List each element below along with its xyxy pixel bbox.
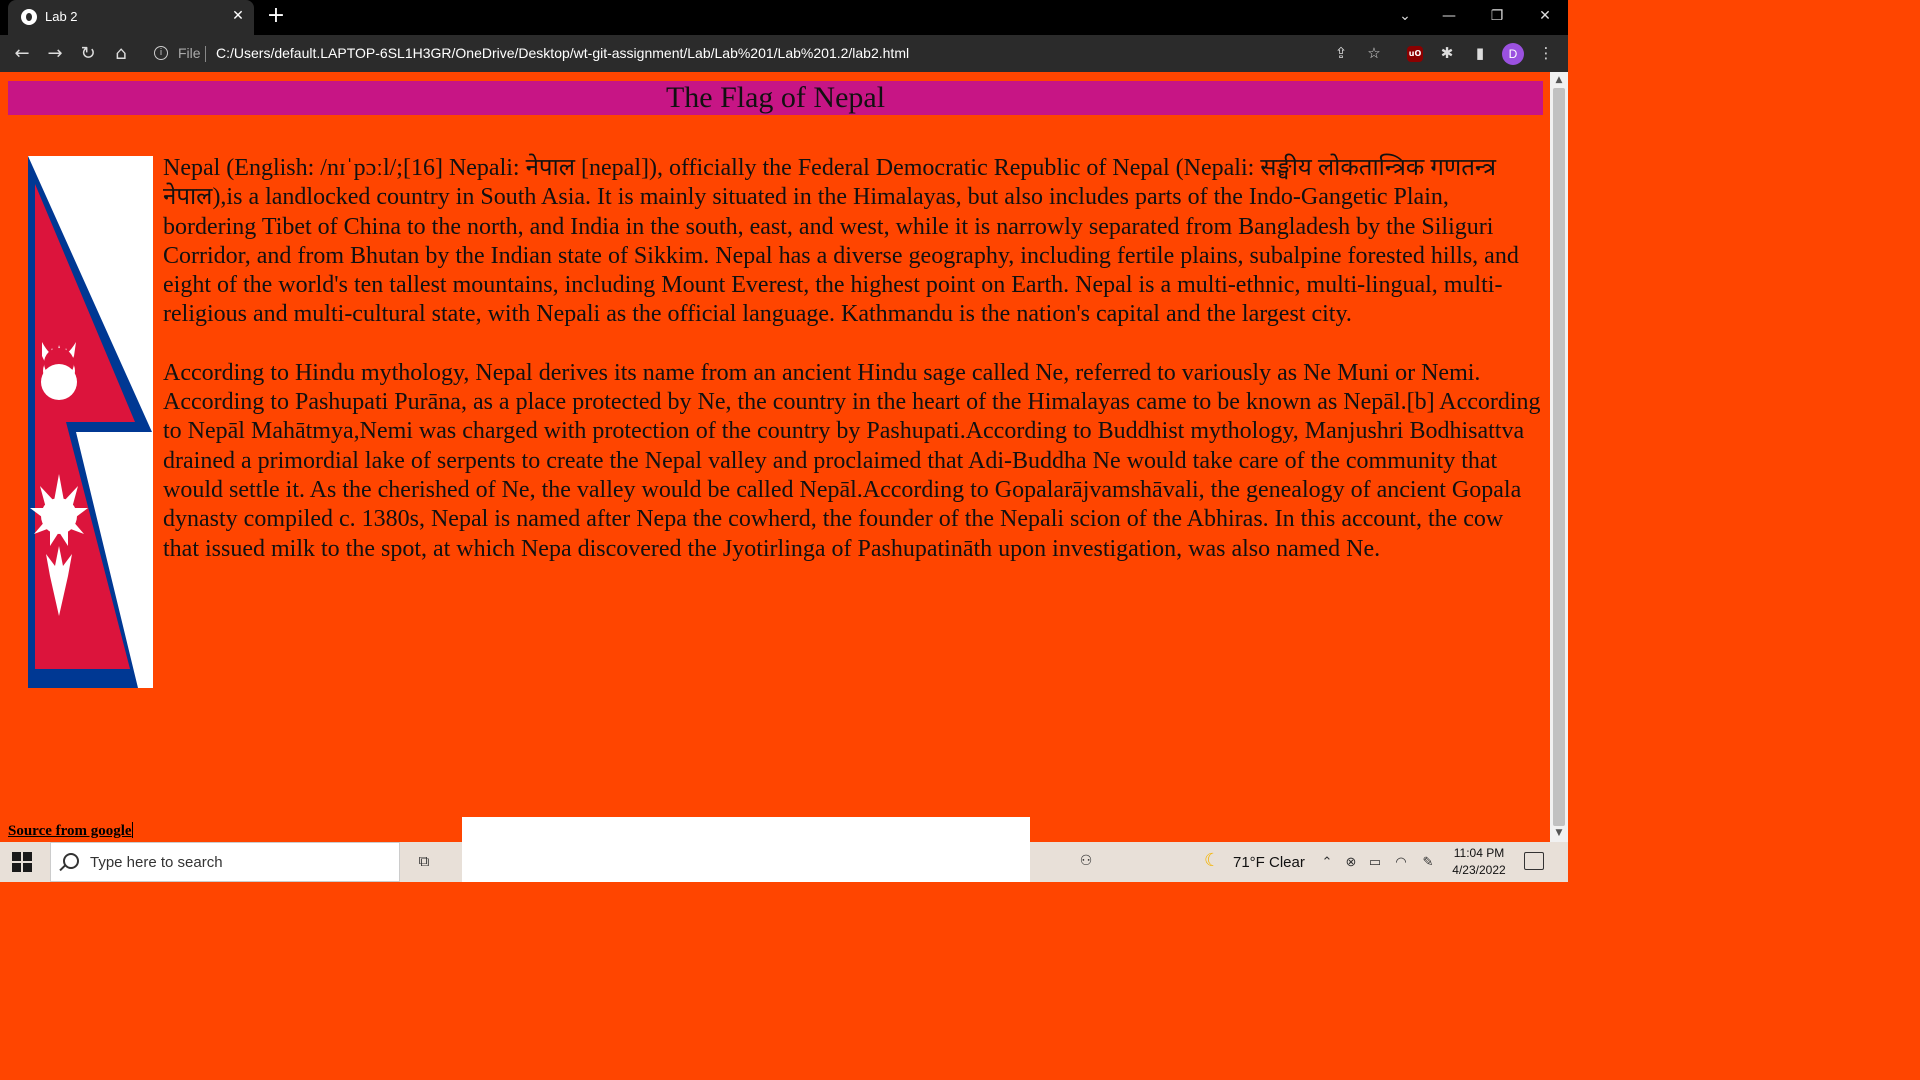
weather-text[interactable]: 71°F Clear [1233, 854, 1305, 871]
extensions-puzzle-icon[interactable]: ✱ [1436, 42, 1458, 64]
page-title: The Flag of Nepal [665, 81, 886, 114]
weather-moon-icon[interactable]: ☾ [1204, 850, 1220, 871]
battery-icon[interactable]: ▭ [1366, 853, 1384, 871]
search-icon [63, 853, 79, 869]
people-icon[interactable]: ⚇ [1076, 852, 1096, 872]
article-content: Nepal (English: /nɪˈpɔːl/;[16] Nepali: न… [163, 154, 1545, 593]
antivirus-icon[interactable]: ⊗ [1342, 853, 1360, 871]
intro-paragraph: Nepal (English: /nɪˈpɔːl/;[16] Nepali: न… [163, 155, 1519, 328]
close-tab-icon[interactable]: ✕ [228, 6, 248, 26]
wifi-icon[interactable]: ◠ [1392, 853, 1410, 871]
clock-date: 4/23/2022 [1452, 863, 1506, 877]
clock-time: 11:04 PM [1453, 846, 1505, 860]
search-placeholder: Type here to search [90, 854, 223, 871]
tab-search-chevron-icon[interactable]: ⌄ [1390, 5, 1420, 27]
browser-tab[interactable]: Lab 2 ✕ [8, 0, 254, 35]
new-tab-button[interactable]: + [264, 5, 288, 29]
close-window-button[interactable]: ✕ [1530, 5, 1560, 27]
address-separator [205, 46, 206, 62]
text-cursor [131, 822, 133, 838]
title-banner: The Flag of Nepal [8, 81, 1543, 115]
pen-icon[interactable]: ✎ [1419, 853, 1437, 871]
taskbar-clock[interactable]: 11:04 PM 4/23/2022 [1444, 845, 1514, 879]
notifications-icon[interactable] [1524, 852, 1544, 870]
ublock-extension-icon[interactable]: uO [1407, 46, 1423, 62]
file-scheme-label: File [178, 45, 201, 61]
forward-button[interactable]: → [43, 42, 67, 66]
share-icon[interactable]: ⇪ [1330, 42, 1352, 64]
browser-tab-strip: Lab 2 ✕ + ⌄ — ❐ ✕ [0, 0, 1568, 35]
taskbar-search-box[interactable]: Type here to search [50, 842, 400, 882]
address-bar[interactable]: i File C:/Users/default.LAPTOP-6SL1H3GR/… [144, 39, 1394, 68]
windows-start-icon[interactable] [12, 852, 32, 872]
info-icon[interactable]: i [154, 46, 168, 60]
menu-kebab-icon[interactable]: ⋮ [1535, 42, 1557, 64]
page-viewport: The Flag of Nepal Nepal (English: /nɪˈpɔ… [0, 72, 1550, 842]
browser-toolbar: ← → ↻ ⌂ i File C:/Users/default.LAPTOP-6… [0, 35, 1568, 72]
tab-title: Lab 2 [45, 9, 78, 24]
pinned-app-window-preview[interactable] [462, 817, 1030, 882]
url-text[interactable]: C:/Users/default.LAPTOP-6SL1H3GR/OneDriv… [216, 45, 909, 61]
scroll-up-arrow-icon[interactable]: ▲ [1553, 74, 1565, 86]
scroll-down-arrow-icon[interactable]: ▼ [1553, 827, 1565, 839]
globe-icon [21, 9, 37, 25]
bookmark-star-icon[interactable]: ☆ [1363, 42, 1385, 64]
restore-button[interactable]: ❐ [1482, 5, 1512, 27]
nepal-flag-graphic [28, 156, 152, 688]
side-panel-icon[interactable]: ▮ [1469, 42, 1491, 64]
task-view-icon[interactable]: ⧉ [414, 852, 434, 872]
source-link-text: Source from google [8, 823, 132, 839]
minimize-button[interactable]: — [1434, 5, 1464, 27]
show-hidden-icons-chevron-icon[interactable]: ⌃ [1318, 853, 1336, 871]
profile-avatar[interactable]: D [1502, 43, 1524, 65]
back-button[interactable]: ← [10, 42, 34, 66]
windows-taskbar: Type here to search ⧉ ⚇ ☾ 71°F Clear ⌃ ⊗… [0, 817, 1568, 882]
vertical-scrollbar[interactable]: ▲ ▼ [1550, 72, 1568, 842]
home-button[interactable]: ⌂ [109, 42, 133, 66]
nepal-flag-image [28, 156, 153, 688]
source-link[interactable]: Source from google [8, 822, 133, 840]
scrollbar-thumb[interactable] [1553, 88, 1565, 826]
reload-button[interactable]: ↻ [76, 42, 100, 66]
etymology-paragraph: According to Hindu mythology, Nepal deri… [163, 359, 1541, 562]
